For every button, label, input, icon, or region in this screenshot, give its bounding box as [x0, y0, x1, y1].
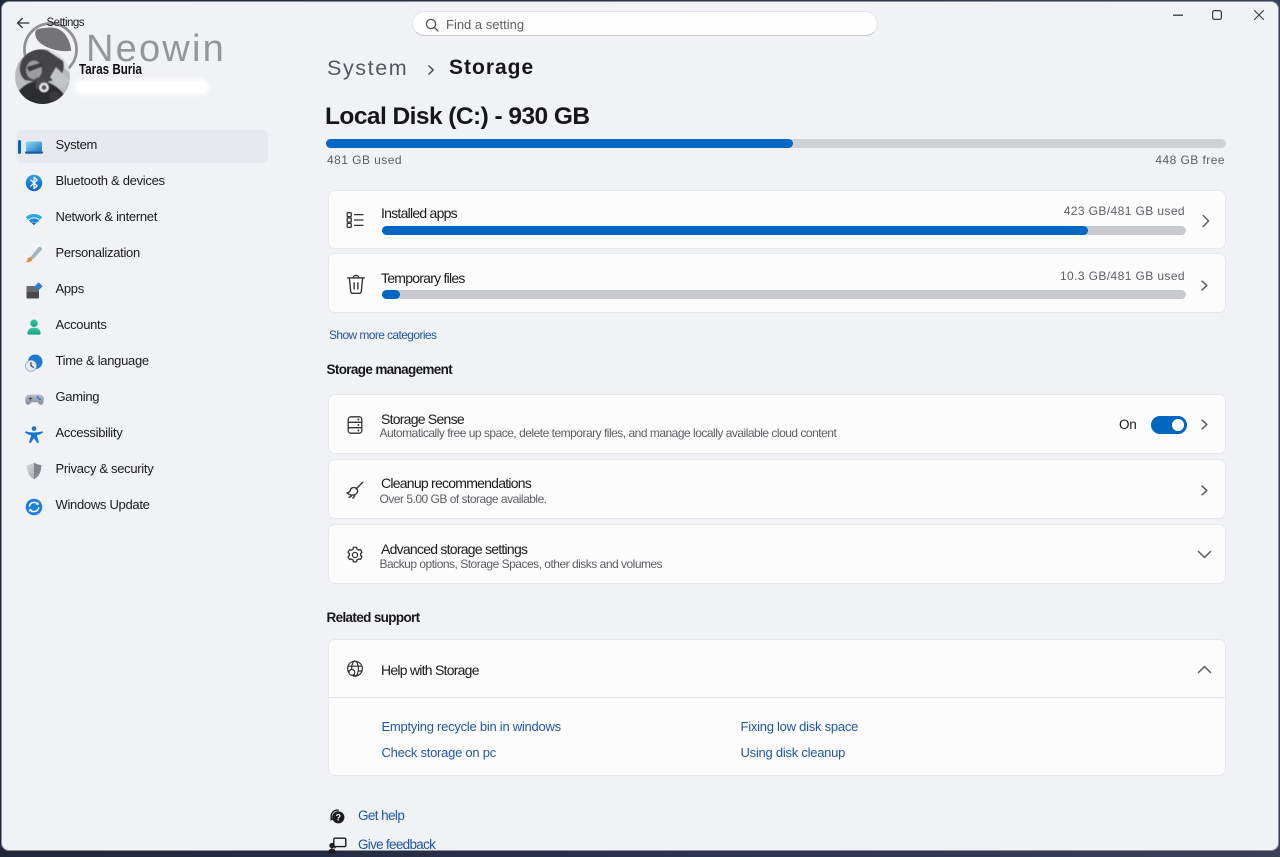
svg-text:?: ?	[336, 812, 341, 822]
